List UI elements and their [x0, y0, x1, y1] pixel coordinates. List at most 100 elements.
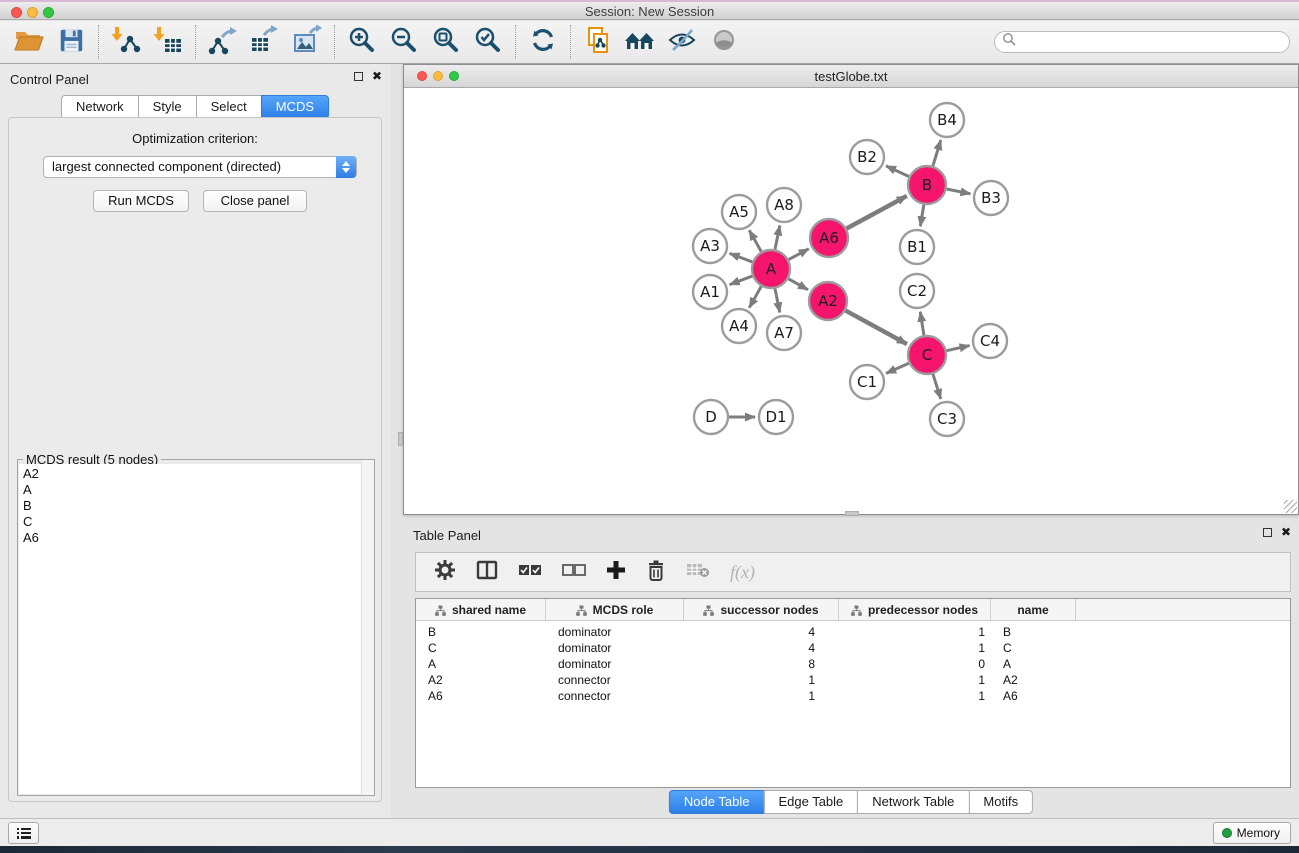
table-row[interactable]: Bdominator41B [416, 624, 1290, 640]
table-settings-button[interactable] [434, 559, 456, 586]
column-header-name[interactable]: name [991, 599, 1076, 621]
float-table-panel-icon[interactable] [1263, 528, 1272, 537]
run-mcds-button[interactable]: Run MCDS [93, 190, 189, 212]
table-row[interactable]: A2connector11A2 [416, 672, 1290, 688]
edge-C-C3[interactable] [933, 374, 941, 399]
node-C2[interactable]: C2 [900, 274, 934, 308]
edge-A-A5[interactable] [749, 230, 761, 251]
node-C3[interactable]: C3 [930, 402, 964, 436]
tab-motifs[interactable]: Motifs [968, 790, 1033, 814]
edge-B-B4[interactable] [933, 140, 941, 166]
float-panel-icon[interactable] [354, 72, 363, 81]
node-A7[interactable]: A7 [767, 316, 801, 350]
edge-A-A8[interactable] [775, 226, 780, 250]
network-window-titlebar[interactable]: testGlobe.txt [404, 65, 1298, 88]
refresh-button[interactable] [522, 23, 564, 61]
tab-edge-table[interactable]: Edge Table [763, 790, 858, 814]
zoom-out-button[interactable] [383, 23, 425, 61]
window-resize-grip[interactable] [1284, 500, 1297, 513]
node-B4[interactable]: B4 [930, 103, 964, 137]
zoom-selected-button[interactable] [467, 23, 509, 61]
node-C1[interactable]: C1 [850, 365, 884, 399]
edge-B-B1[interactable] [920, 205, 923, 227]
node-B[interactable]: B [908, 166, 946, 204]
result-item[interactable]: A [19, 482, 373, 498]
export-network-button[interactable] [202, 23, 244, 61]
node-A8[interactable]: A8 [767, 188, 801, 222]
select-all-button[interactable] [518, 563, 542, 582]
result-item[interactable]: A6 [19, 530, 373, 546]
tab-network-table[interactable]: Network Table [857, 790, 969, 814]
node-A1[interactable]: A1 [693, 275, 727, 309]
node-C[interactable]: C [908, 336, 946, 374]
criterion-dropdown[interactable]: largest connected component (directed) [43, 156, 357, 178]
export-table-button[interactable] [244, 23, 286, 61]
unselect-all-button[interactable] [562, 563, 586, 582]
tab-node-table[interactable]: Node Table [669, 790, 765, 814]
home-button[interactable] [619, 23, 661, 61]
table-row[interactable]: Adominator80A [416, 656, 1290, 672]
result-item[interactable]: A2 [19, 464, 373, 482]
tab-select[interactable]: Select [196, 95, 262, 119]
edge-A-A6[interactable] [789, 249, 809, 260]
edge-C-C4[interactable] [947, 346, 970, 351]
network-horizontal-scrollbar[interactable] [845, 511, 859, 516]
edge-A-A7[interactable] [775, 289, 780, 313]
close-panel-icon[interactable]: ✖ [372, 71, 382, 81]
result-scrollbar[interactable] [361, 460, 374, 795]
close-table-panel-icon[interactable]: ✖ [1281, 527, 1291, 537]
save-session-button[interactable] [50, 23, 92, 61]
node-B1[interactable]: B1 [900, 230, 934, 264]
node-A4[interactable]: A4 [722, 309, 756, 343]
clone-network-button[interactable] [577, 23, 619, 61]
node-D1[interactable]: D1 [759, 400, 793, 434]
table-row[interactable]: A6connector11A6 [416, 688, 1290, 704]
table-row[interactable]: Cdominator41C [416, 640, 1290, 656]
show-columns-button[interactable] [476, 560, 498, 585]
node-D[interactable]: D [694, 400, 728, 434]
delete-table-button[interactable] [686, 562, 710, 583]
node-A[interactable]: A [752, 250, 790, 288]
column-header-shared-name[interactable]: shared name [416, 599, 546, 621]
mcds-result-list[interactable]: A2ABCA6 [19, 464, 373, 794]
search-field[interactable] [994, 31, 1290, 53]
column-header-predecessor-nodes[interactable]: predecessor nodes [839, 599, 991, 621]
edge-B-B3[interactable] [947, 189, 971, 194]
tab-mcds[interactable]: MCDS [261, 95, 329, 119]
edge-B-B2[interactable] [886, 166, 909, 177]
tab-network[interactable]: Network [61, 95, 139, 119]
export-image-button[interactable] [286, 23, 328, 61]
hide-selected-button[interactable] [661, 23, 703, 61]
network-vertical-scrollbar[interactable] [398, 432, 403, 446]
edge-A-A2[interactable] [788, 279, 808, 290]
open-session-button[interactable] [8, 23, 50, 61]
node-A2[interactable]: A2 [809, 282, 847, 320]
edge-C-C2[interactable] [920, 312, 924, 335]
edge-A6-B[interactable] [847, 196, 907, 229]
edge-A2-C[interactable] [846, 311, 907, 344]
zoom-fit-button[interactable] [425, 23, 467, 61]
close-panel-button[interactable]: Close panel [203, 190, 307, 212]
network-canvas[interactable]: AA1A2A3A4A5A6A7A8BB1B2B3B4CC1C2C3C4DD1 [404, 88, 1298, 514]
edge-A-A3[interactable] [730, 253, 753, 262]
show-panels-button[interactable] [8, 822, 39, 844]
import-network-button[interactable] [105, 23, 147, 61]
edge-C-C1[interactable] [886, 363, 909, 373]
result-item[interactable]: B [19, 498, 373, 514]
search-input[interactable] [1017, 33, 1289, 51]
node-B2[interactable]: B2 [850, 140, 884, 174]
node-A6[interactable]: A6 [810, 219, 848, 257]
result-item[interactable]: C [19, 514, 373, 530]
node-C4[interactable]: C4 [973, 324, 1007, 358]
node-A5[interactable]: A5 [722, 195, 756, 229]
column-header-MCDS-role[interactable]: MCDS role [546, 599, 684, 621]
edge-A-A1[interactable] [730, 276, 753, 285]
tab-style[interactable]: Style [138, 95, 197, 119]
node-B3[interactable]: B3 [974, 181, 1008, 215]
column-header-successor-nodes[interactable]: successor nodes [684, 599, 839, 621]
show-hidden-button[interactable] [703, 23, 745, 61]
import-table-button[interactable] [147, 23, 189, 61]
edge-A-A4[interactable] [749, 286, 761, 307]
delete-column-button[interactable] [646, 559, 666, 586]
zoom-in-button[interactable] [341, 23, 383, 61]
